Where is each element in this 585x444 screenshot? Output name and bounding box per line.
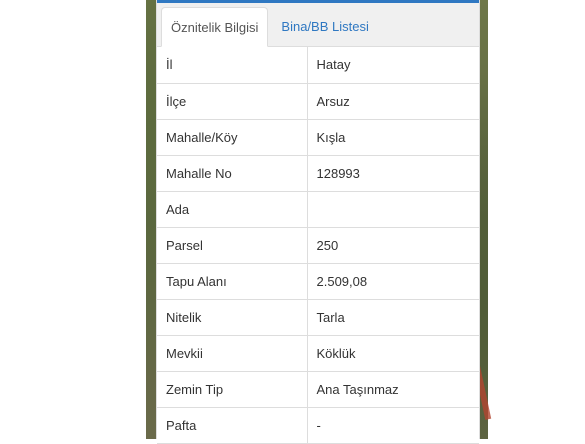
attribute-value: -: [307, 407, 479, 444]
attribute-key: Zemin Tip: [157, 371, 308, 408]
attribute-key: Mahalle No: [157, 155, 308, 192]
attribute-value: Arsuz: [307, 83, 479, 120]
attribute-key: Ada: [157, 191, 308, 228]
tab-bina-bb-listesi[interactable]: Bina/BB Listesi: [272, 6, 377, 46]
attribute-value: Hatay: [307, 47, 479, 84]
table-row-il: İl Hatay: [157, 47, 479, 84]
tab-oznitelik-bilgisi[interactable]: Öznitelik Bilgisi: [161, 7, 269, 47]
attribute-panel: Öznitelik Bilgisi Bina/BB Listesi İl Hat…: [156, 0, 480, 444]
attribute-key: Mahalle/Köy: [157, 119, 308, 156]
attribute-value: Kışla: [307, 119, 479, 156]
attribute-value: Tarla: [307, 299, 479, 336]
table-row-mevkii: Mevkii Köklük: [157, 335, 479, 372]
attribute-value: 2.509,08: [307, 263, 479, 300]
attribute-key: İl: [157, 47, 308, 84]
attribute-key: İlçe: [157, 83, 308, 120]
attribute-value: 128993: [307, 155, 479, 192]
table-row-ilce: İlçe Arsuz: [157, 83, 479, 120]
table-row-zemin-tip: Zemin Tip Ana Taşınmaz: [157, 371, 479, 408]
attribute-value: 250: [307, 227, 479, 264]
attribute-table: İl Hatay İlçe Arsuz Mahalle/Köy Kışla Ma…: [157, 47, 479, 444]
table-row-pafta: Pafta -: [157, 407, 479, 444]
table-row-nitelik: Nitelik Tarla: [157, 299, 479, 336]
table-row-mahalle-no: Mahalle No 128993: [157, 155, 479, 192]
attribute-key: Mevkii: [157, 335, 308, 372]
attribute-key: Pafta: [157, 407, 308, 444]
table-row-mahalle-koy: Mahalle/Köy Kışla: [157, 119, 479, 156]
attribute-key: Tapu Alanı: [157, 263, 308, 300]
panel-tabs: Öznitelik Bilgisi Bina/BB Listesi: [157, 3, 479, 47]
table-row-tapu-alani: Tapu Alanı 2.509,08: [157, 263, 479, 300]
attribute-value: Ana Taşınmaz: [307, 371, 479, 408]
attribute-key: Nitelik: [157, 299, 308, 336]
attribute-value: Köklük: [307, 335, 479, 372]
table-row-ada: Ada: [157, 191, 479, 228]
table-row-parsel: Parsel 250: [157, 227, 479, 264]
attribute-value: [307, 191, 479, 228]
attribute-key: Parsel: [157, 227, 308, 264]
